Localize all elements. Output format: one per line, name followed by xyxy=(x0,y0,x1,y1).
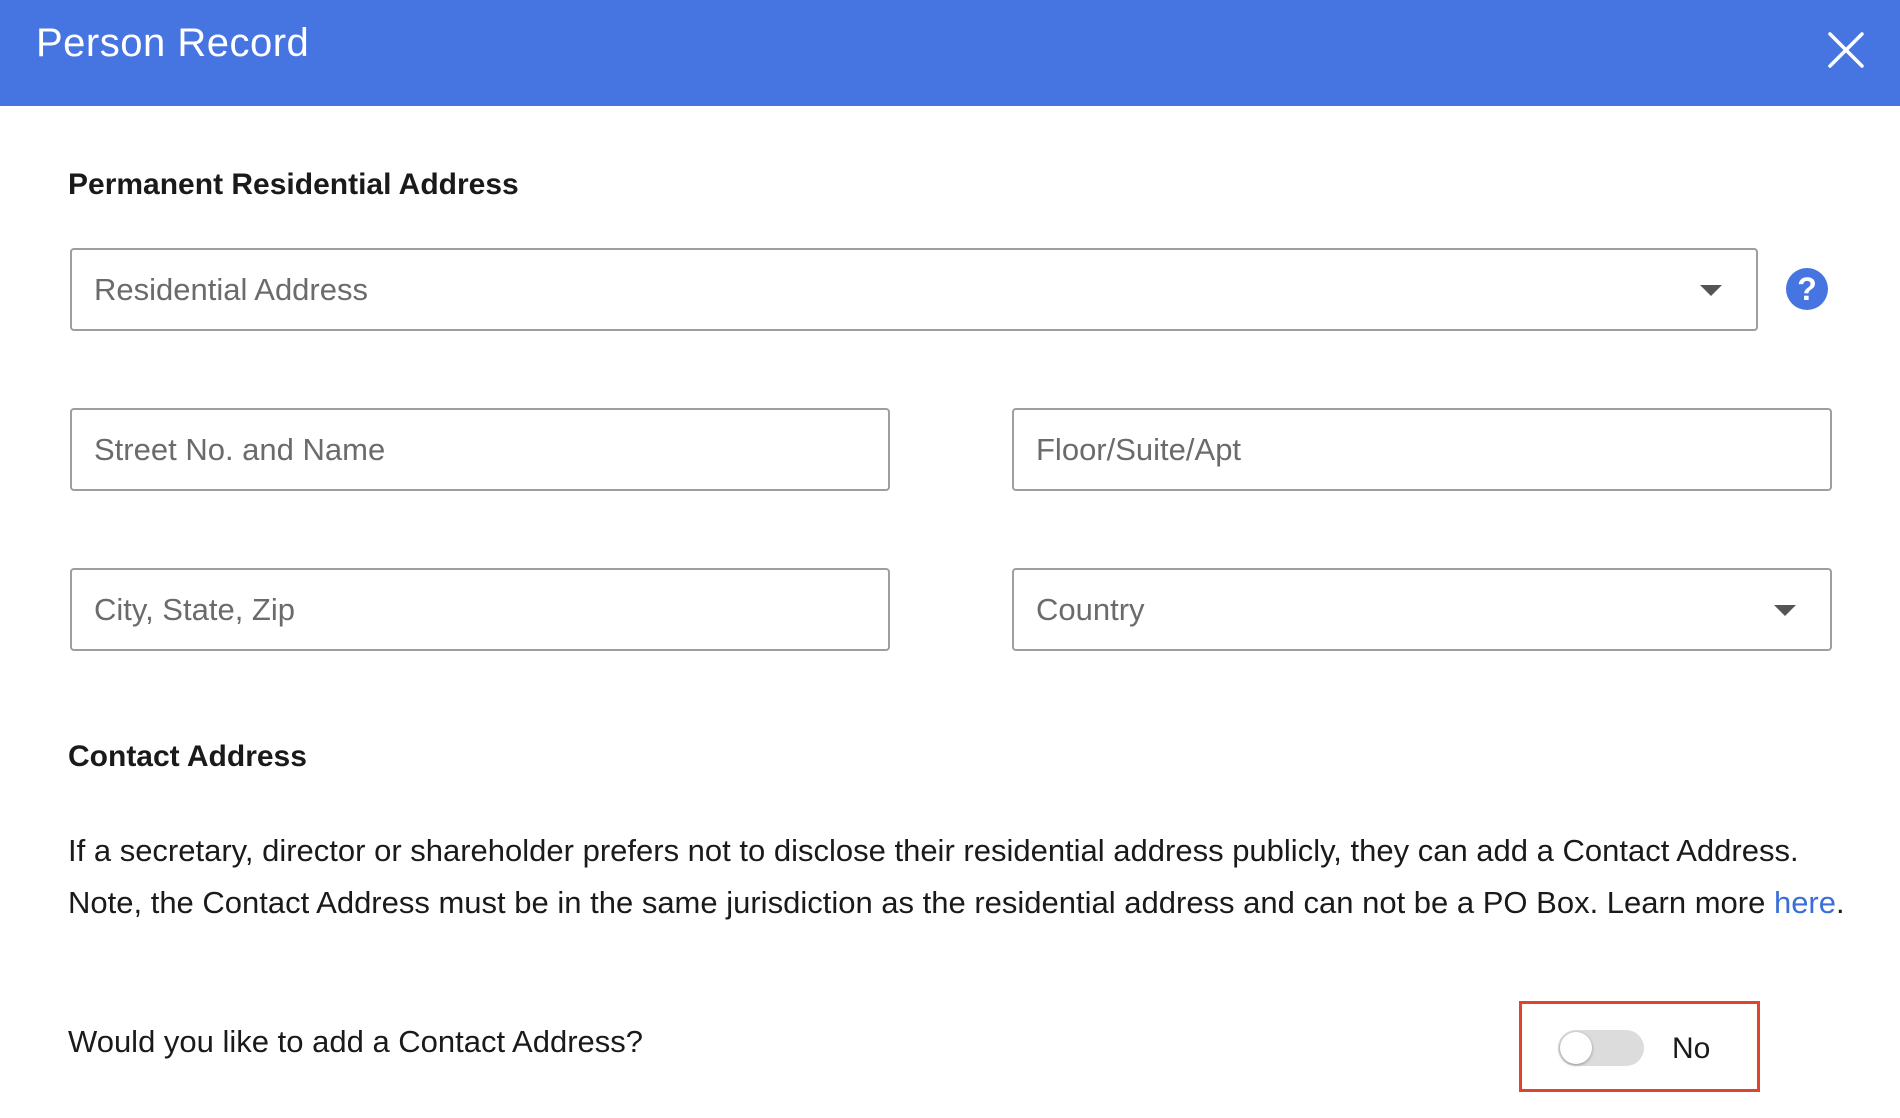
close-icon xyxy=(1828,32,1864,68)
description-end: . xyxy=(1836,885,1845,920)
floor-placeholder: Floor/Suite/Apt xyxy=(1036,432,1242,467)
floor-suite-apt-input[interactable]: Floor/Suite/Apt xyxy=(1012,408,1832,491)
contact-address-toggle-highlight: No xyxy=(1519,1001,1760,1092)
chevron-down-icon xyxy=(1774,605,1796,616)
country-placeholder: Country xyxy=(1036,592,1145,627)
residential-address-select[interactable]: Residential Address xyxy=(70,248,1758,331)
country-select[interactable]: Country xyxy=(1012,568,1832,651)
description-text: If a secretary, director or shareholder … xyxy=(68,833,1799,920)
street-placeholder: Street No. and Name xyxy=(94,432,386,467)
help-icon[interactable]: ? xyxy=(1786,268,1828,310)
city-placeholder: City, State, Zip xyxy=(94,592,295,627)
residential-address-placeholder: Residential Address xyxy=(94,272,368,307)
toggle-label: No xyxy=(1672,1032,1711,1065)
dialog-header: Person Record xyxy=(0,0,1900,106)
close-button[interactable] xyxy=(1822,26,1870,74)
chevron-down-icon xyxy=(1700,285,1722,296)
contact-address-description: If a secretary, director or shareholder … xyxy=(68,825,1858,929)
learn-more-link[interactable]: here xyxy=(1774,885,1836,920)
contact-address-heading: Contact Address xyxy=(68,740,307,773)
dialog-title: Person Record xyxy=(36,21,310,65)
city-state-zip-input[interactable]: City, State, Zip xyxy=(70,568,890,651)
contact-address-toggle[interactable] xyxy=(1558,1030,1644,1066)
street-input[interactable]: Street No. and Name xyxy=(70,408,890,491)
person-record-dialog: Person Record Permanent Residential Addr… xyxy=(0,0,1900,1118)
toggle-thumb xyxy=(1560,1032,1592,1064)
contact-address-question: Would you like to add a Contact Address? xyxy=(68,1024,643,1059)
permanent-address-heading: Permanent Residential Address xyxy=(68,168,519,201)
